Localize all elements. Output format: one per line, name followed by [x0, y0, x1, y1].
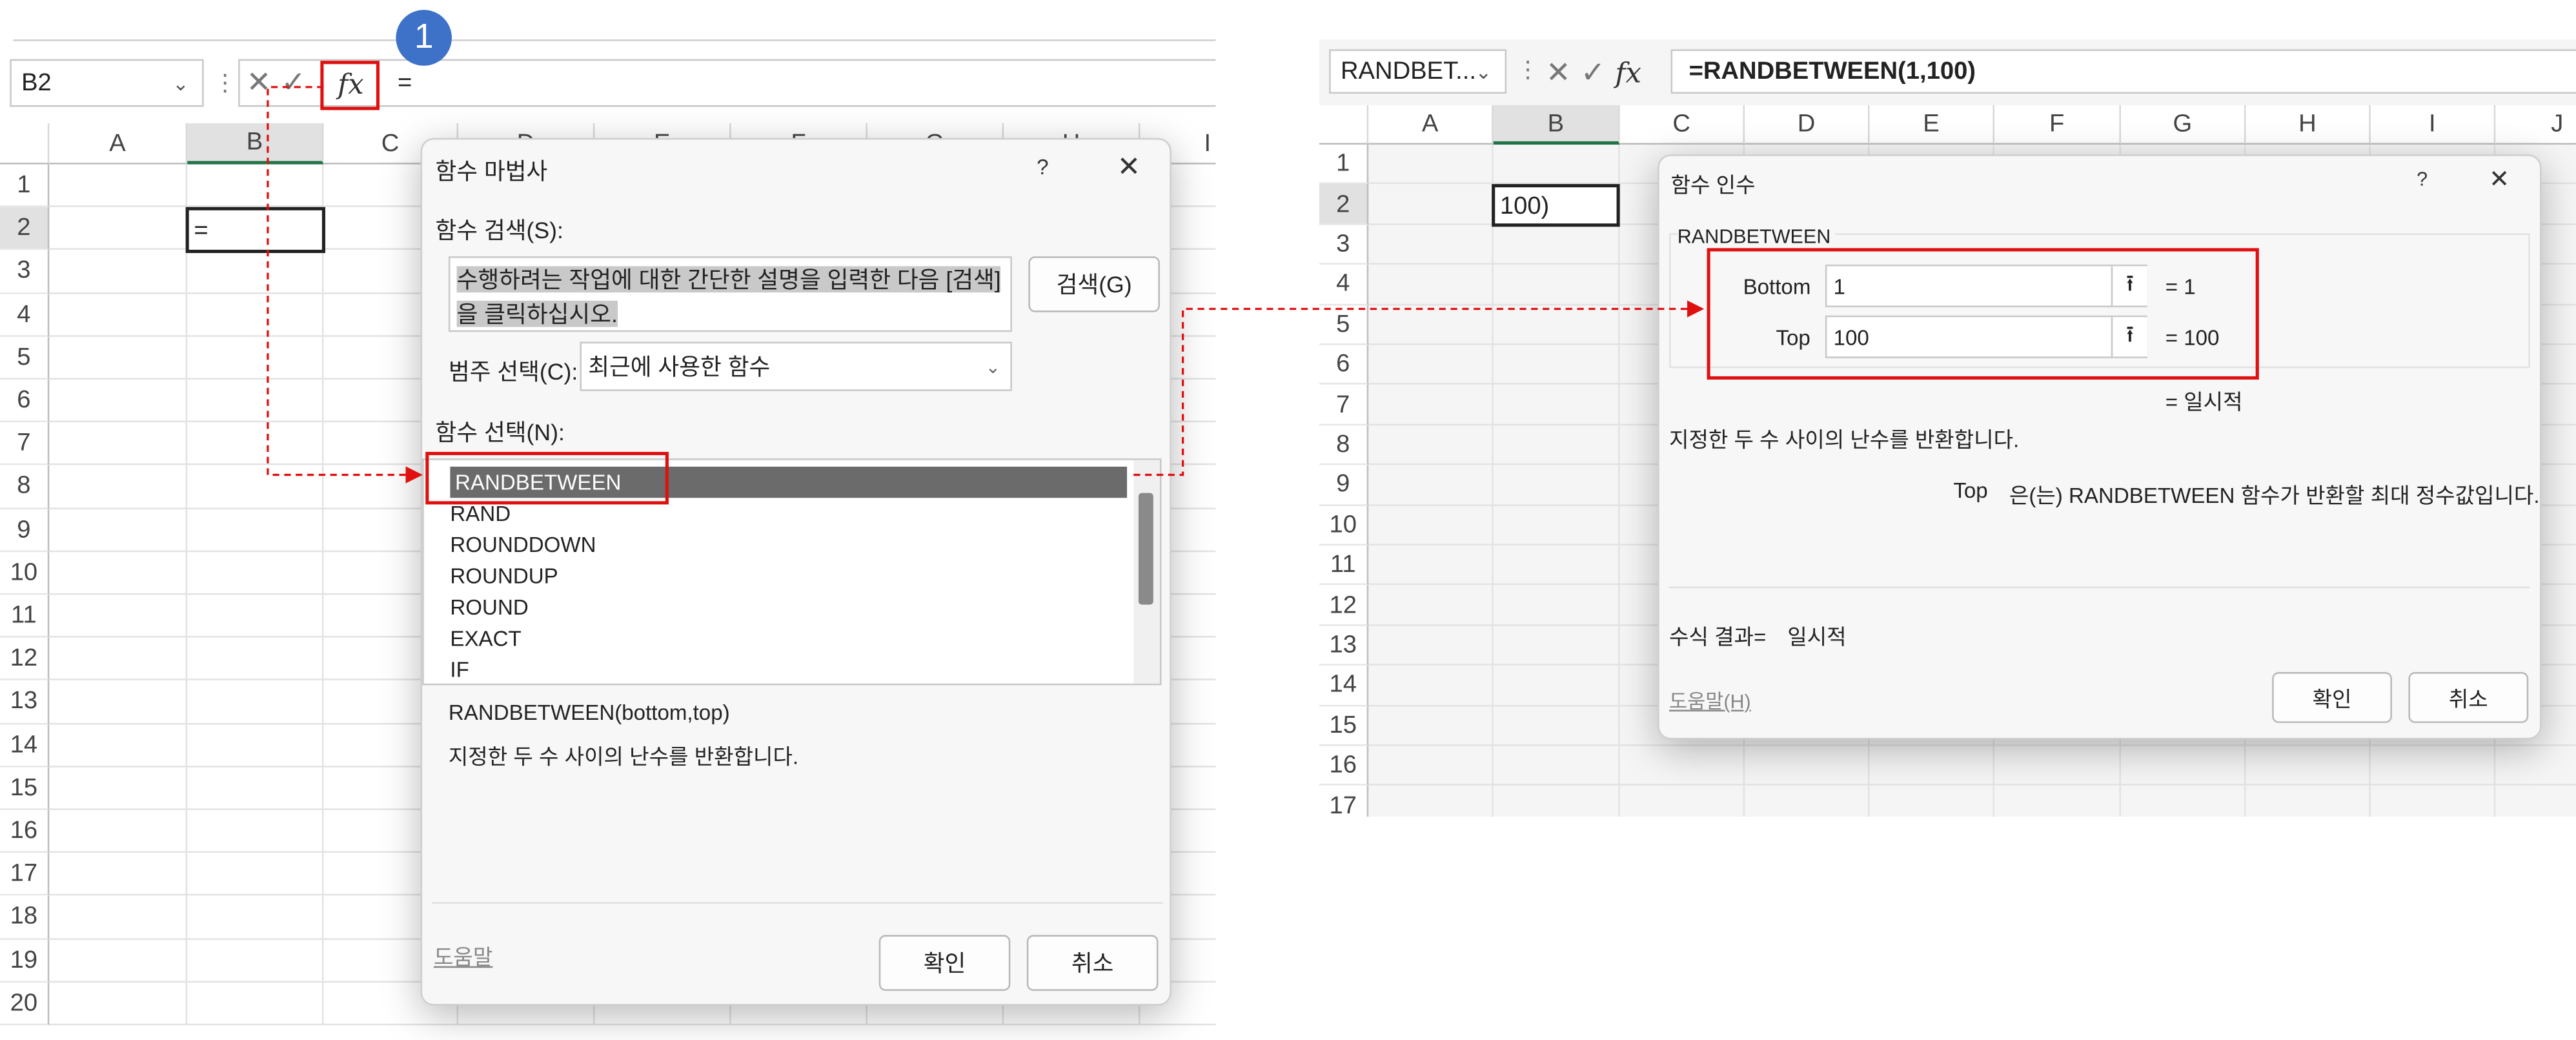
arrow-fx-to-list — [267, 86, 423, 484]
tutorial-canvas: B2 ⌄ ⋮ = ✕ ✓ fx 1 ABCDEFGHI1234567891011… — [0, 0, 2576, 1040]
guide-arrows — [267, 86, 1705, 484]
arrow-list-to-arguments — [1133, 300, 1705, 476]
